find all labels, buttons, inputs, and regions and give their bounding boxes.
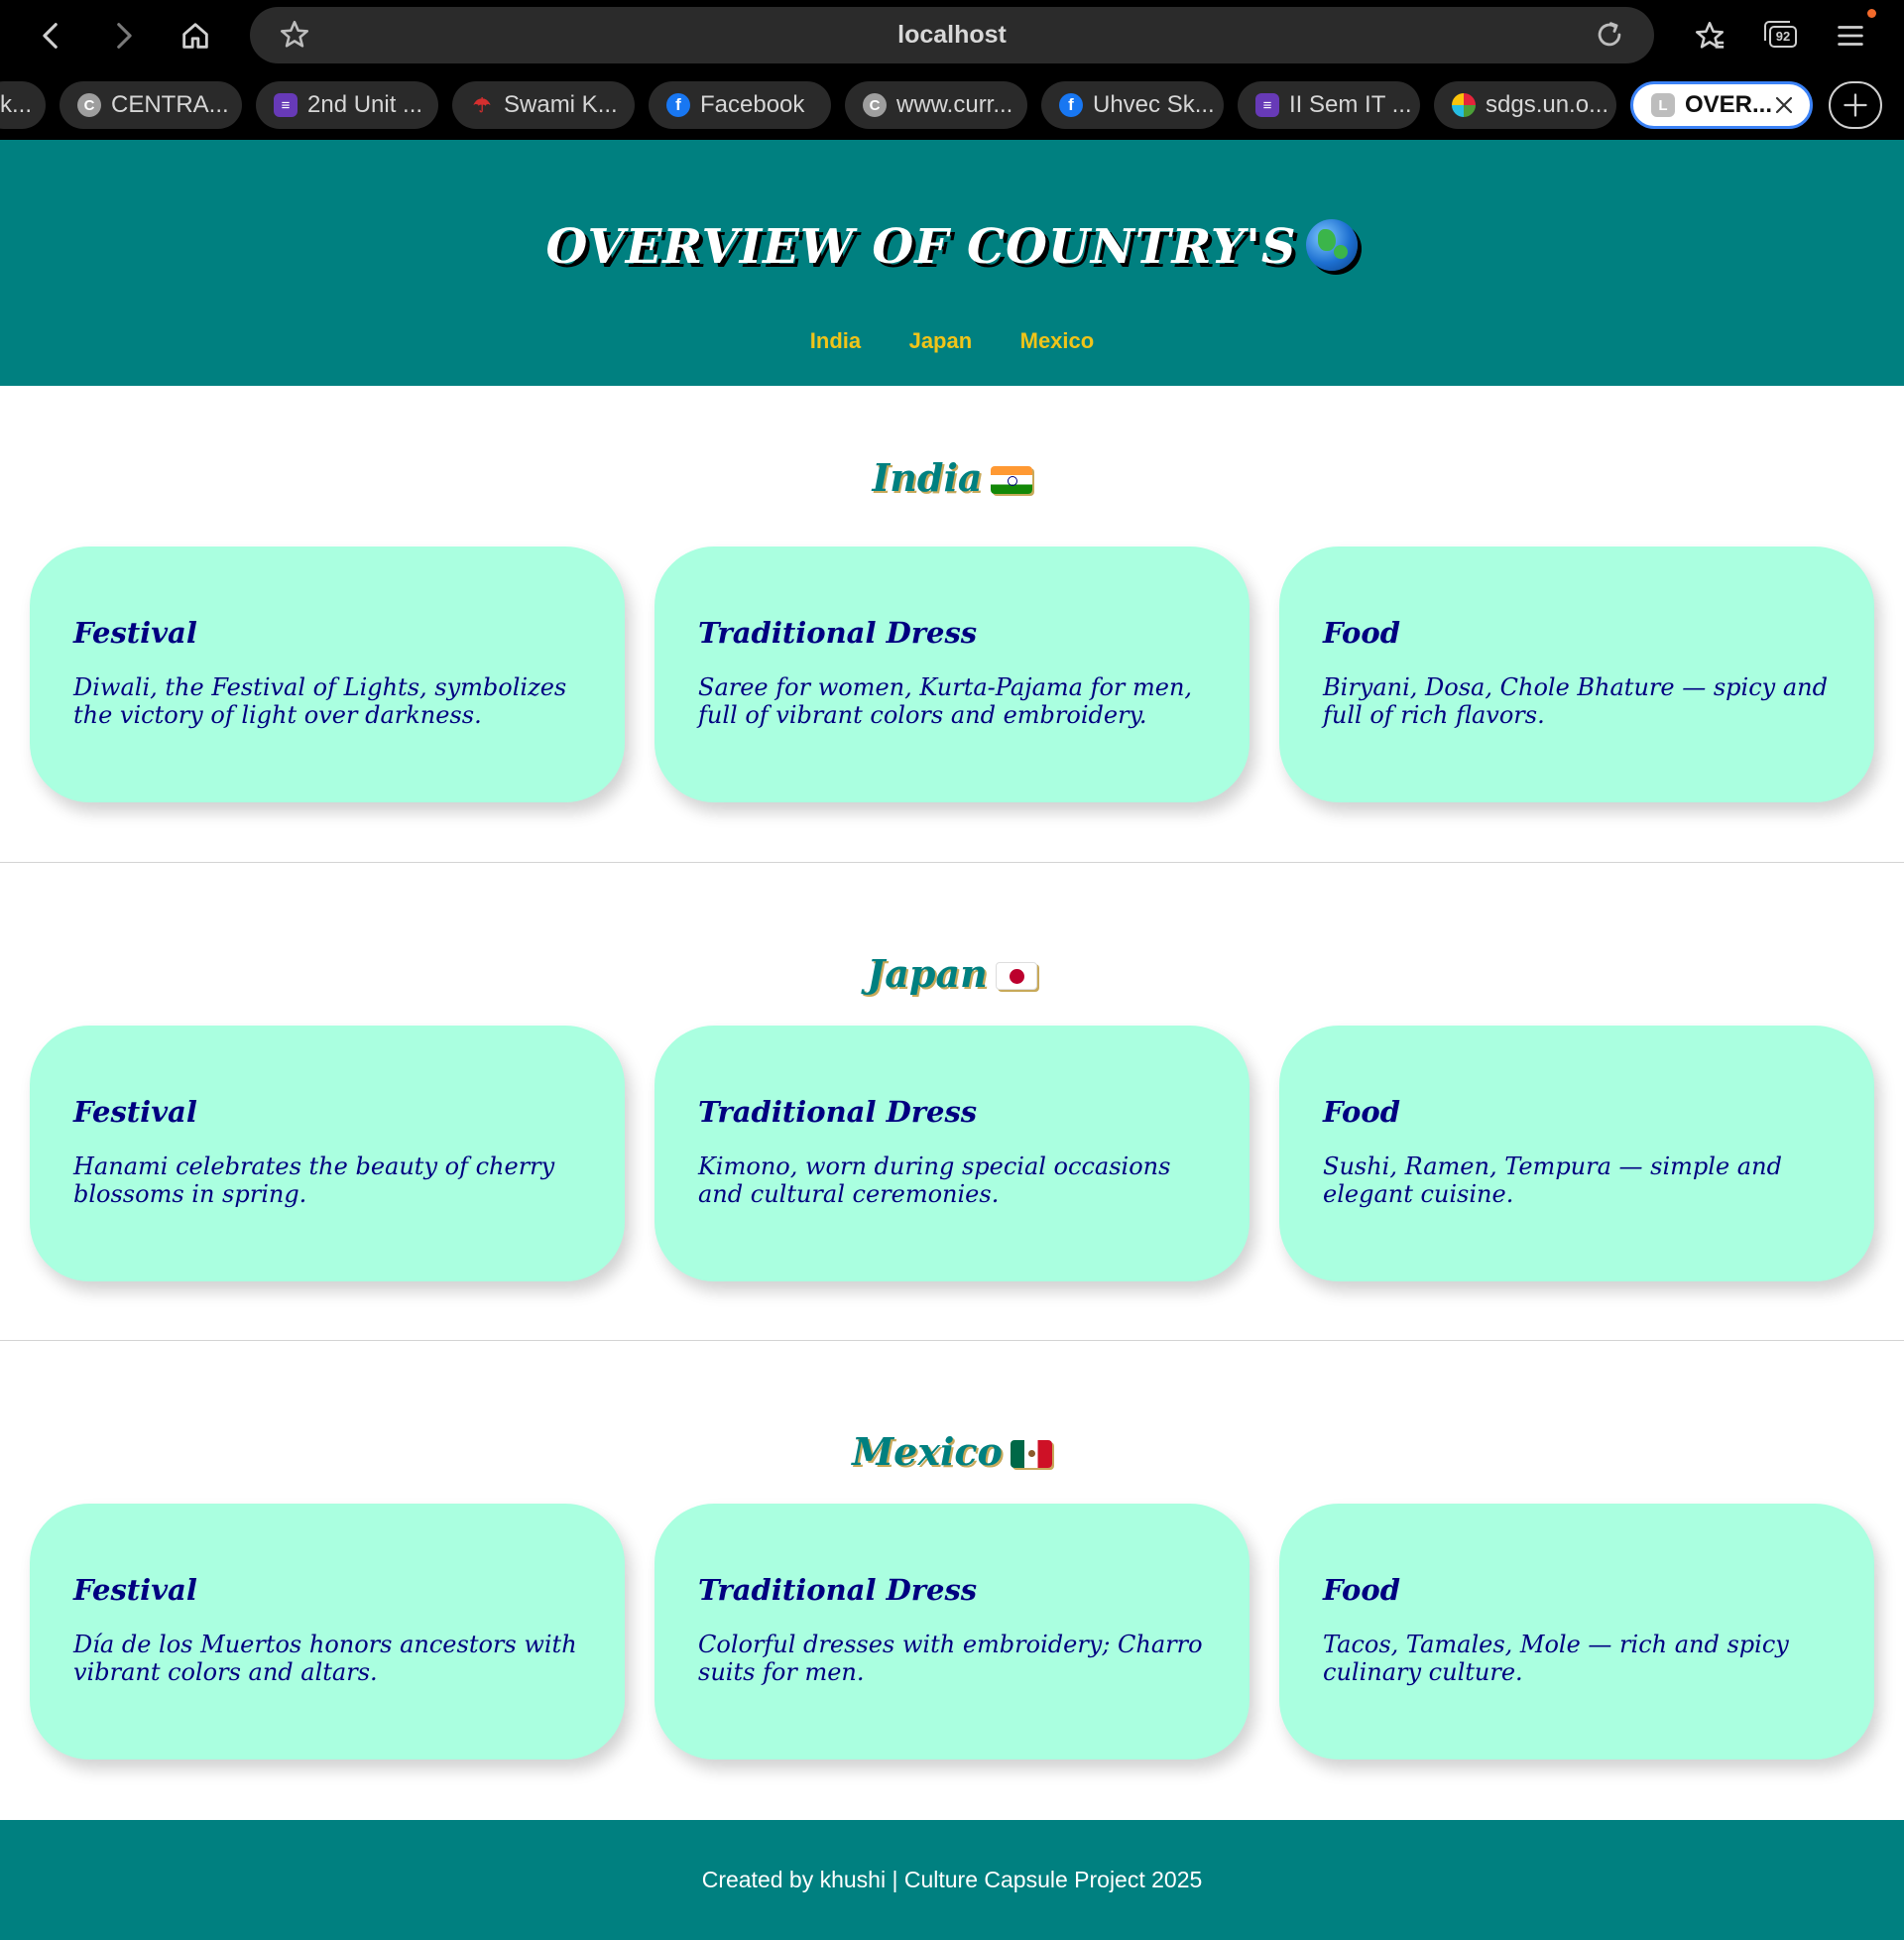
- india-flag-icon: [990, 466, 1032, 494]
- c-favicon-icon: C: [77, 93, 101, 117]
- tab-item[interactable]: sdgs.un.o...: [1434, 81, 1616, 129]
- country-heading: Mexico: [0, 1429, 1904, 1474]
- card-text: Biryani, Dosa, Chole Bhature — spicy and…: [1323, 673, 1828, 729]
- reload-icon[interactable]: [1593, 18, 1626, 52]
- info-card-festival: Festival Día de los Muertos honors ances…: [30, 1504, 625, 1759]
- tab-strip: k... C CENTRA... ≡ 2nd Unit ... ☂ Swami …: [0, 81, 1904, 129]
- card-title: Festival: [73, 1095, 197, 1129]
- info-card-festival: Festival Hanami celebrates the beauty of…: [30, 1026, 625, 1281]
- l-favicon-icon: L: [1651, 93, 1675, 117]
- card-title: Food: [1323, 1095, 1400, 1129]
- new-tab-button[interactable]: [1829, 81, 1882, 129]
- card-title: Traditional Dress: [698, 616, 978, 650]
- tab-label: Facebook: [700, 91, 805, 118]
- tab-label: k...: [0, 91, 33, 118]
- card-text: Día de los Muertos honors ancestors with…: [73, 1631, 577, 1686]
- page-header: OVERVIEW OF COUNTRY'S India Japan Mexico: [0, 140, 1904, 386]
- tab-label: Uhvec Sk...: [1093, 91, 1215, 118]
- notification-dot-icon: [1867, 9, 1876, 18]
- address-bar[interactable]: localhost: [250, 7, 1654, 63]
- favorites-icon[interactable]: [1686, 12, 1733, 60]
- card-title: Food: [1323, 1573, 1400, 1607]
- mexico-flag-icon: [1010, 1440, 1052, 1468]
- url-text[interactable]: localhost: [250, 7, 1654, 63]
- tab-label: II Sem IT ...: [1289, 91, 1412, 118]
- tab-item[interactable]: f Facebook: [649, 81, 831, 129]
- page-footer: Created by khushi | Culture Capsule Proj…: [0, 1820, 1904, 1940]
- country-heading: India: [0, 455, 1904, 500]
- umbrella-favicon-icon: ☂: [473, 94, 491, 117]
- nav-link-india[interactable]: India: [810, 328, 861, 354]
- close-tab-icon[interactable]: [1772, 93, 1796, 117]
- forms-favicon-icon: ≡: [1255, 93, 1279, 117]
- info-card-dress: Traditional Dress Kimono, worn during sp…: [654, 1026, 1250, 1281]
- forms-favicon-icon: ≡: [274, 93, 298, 117]
- japan-flag-icon: [995, 962, 1037, 990]
- card-text: Kimono, worn during special occasions an…: [698, 1152, 1171, 1208]
- card-text: Hanami celebrates the beauty of cherry b…: [73, 1152, 555, 1208]
- browser-toolbar: localhost 92: [0, 0, 1904, 71]
- tab-label: 2nd Unit ...: [307, 91, 423, 118]
- section-divider: [0, 1340, 1904, 1341]
- tab-item[interactable]: C www.curr...: [845, 81, 1027, 129]
- tab-item[interactable]: ☂ Swami K...: [452, 81, 635, 129]
- facebook-favicon-icon: f: [1059, 93, 1083, 117]
- tab-switcher-icon[interactable]: 92: [1764, 21, 1797, 48]
- info-card-food: Food Biryani, Dosa, Chole Bhature — spic…: [1279, 546, 1874, 802]
- home-icon[interactable]: [172, 12, 219, 60]
- card-title: Traditional Dress: [698, 1573, 978, 1607]
- forward-icon[interactable]: [99, 12, 147, 60]
- tab-label: CENTRA...: [111, 91, 229, 118]
- tab-label: www.curr...: [896, 91, 1013, 118]
- plus-icon: [1844, 93, 1867, 117]
- tab-item[interactable]: k...: [0, 81, 46, 129]
- card-title: Traditional Dress: [698, 1095, 978, 1129]
- tab-item[interactable]: f Uhvec Sk...: [1041, 81, 1224, 129]
- info-card-food: Food Tacos, Tamales, Mole — rich and spi…: [1279, 1504, 1874, 1759]
- c-favicon-icon: C: [863, 93, 887, 117]
- globe-icon: [1306, 219, 1359, 271]
- card-text: Colorful dresses with embroidery; Charro…: [698, 1631, 1203, 1686]
- menu-icon[interactable]: [1827, 12, 1874, 60]
- info-card-dress: Traditional Dress Saree for women, Kurta…: [654, 546, 1250, 802]
- tab-label: sdgs.un.o...: [1486, 91, 1609, 118]
- card-text: Saree for women, Kurta-Pajama for men, f…: [698, 673, 1193, 729]
- tab-item[interactable]: C CENTRA...: [60, 81, 242, 129]
- nav-link-japan[interactable]: Japan: [909, 328, 973, 354]
- tab-item-active[interactable]: L OVER...: [1630, 81, 1813, 129]
- info-card-dress: Traditional Dress Colorful dresses with …: [654, 1504, 1250, 1759]
- card-title: Food: [1323, 616, 1400, 650]
- footer-text: Created by khushi | Culture Capsule Proj…: [701, 1867, 1203, 1892]
- card-title: Festival: [73, 1573, 197, 1607]
- page-title: OVERVIEW OF COUNTRY'S: [0, 219, 1904, 275]
- info-card-festival: Festival Diwali, the Festival of Lights,…: [30, 546, 625, 802]
- tab-item[interactable]: ≡ II Sem IT ...: [1238, 81, 1420, 129]
- tab-label: Swami K...: [504, 91, 618, 118]
- tab-item[interactable]: ≡ 2nd Unit ...: [256, 81, 438, 129]
- country-heading: Japan: [0, 951, 1904, 996]
- sdg-favicon-icon: [1452, 93, 1476, 117]
- card-text: Sushi, Ramen, Tempura — simple and elega…: [1323, 1152, 1782, 1208]
- country-nav: India Japan Mexico: [0, 328, 1904, 354]
- info-card-food: Food Sushi, Ramen, Tempura — simple and …: [1279, 1026, 1874, 1281]
- card-text: Diwali, the Festival of Lights, symboliz…: [73, 673, 567, 729]
- card-text: Tacos, Tamales, Mole — rich and spicy cu…: [1323, 1631, 1789, 1686]
- browser-chrome: localhost 92 k... C CENTRA... ≡ 2nd Unit…: [0, 0, 1904, 140]
- card-title: Festival: [73, 616, 197, 650]
- tab-label: OVER...: [1685, 91, 1773, 118]
- facebook-favicon-icon: f: [666, 93, 690, 117]
- web-page: OVERVIEW OF COUNTRY'S India Japan Mexico…: [0, 140, 1904, 1940]
- back-icon[interactable]: [28, 12, 75, 60]
- section-divider: [0, 862, 1904, 863]
- nav-link-mexico[interactable]: Mexico: [1020, 328, 1095, 354]
